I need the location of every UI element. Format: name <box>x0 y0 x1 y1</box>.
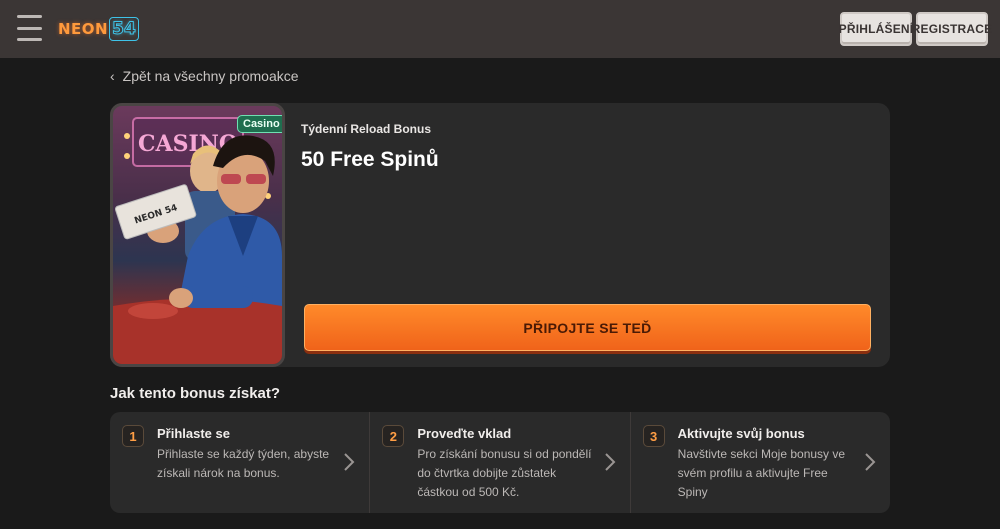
menu-icon[interactable] <box>17 15 42 41</box>
step-item[interactable]: 2 Proveďte vklad Pro získání bonusu si o… <box>369 412 629 513</box>
category-badge: Casino <box>237 115 282 133</box>
promo-illustration: CASINO NEON 54 <box>113 117 282 364</box>
logo-text: NEON <box>58 20 109 38</box>
join-now-button[interactable]: PŘIPOJTE SE TEĎ <box>304 304 871 351</box>
promo-title: 50 Free Spinů <box>301 148 439 171</box>
step-number: 2 <box>382 425 405 447</box>
step-item[interactable]: 1 Přihlaste se Přihlaste se každý týden,… <box>110 412 369 513</box>
back-link-label: Zpět na všechny promoakce <box>122 68 299 84</box>
step-number: 3 <box>642 425 665 447</box>
step-number: 1 <box>122 425 144 447</box>
chevron-right-icon <box>865 453 876 471</box>
login-button[interactable]: PŘIHLÁŠENÍ <box>839 12 913 46</box>
site-logo[interactable]: NEON 54 <box>58 14 139 44</box>
chevron-right-icon <box>604 453 616 471</box>
register-button[interactable]: REGISTRACE <box>912 12 992 46</box>
chevron-right-icon <box>344 453 355 471</box>
logo-number: 54 <box>109 17 139 41</box>
how-to-title: Jak tento bonus získat? <box>110 385 281 402</box>
back-link[interactable]: ‹ Zpět na všechny promoakce <box>110 68 299 84</box>
step-title: Přihlaste se <box>157 426 230 441</box>
promo-image: CASINO NEON 54 Casino <box>110 103 285 367</box>
top-header: NEON 54 PŘIHLÁŠENÍ REGISTRACE <box>0 0 1000 58</box>
step-description: Pro získání bonusu si od pondělí do čtvr… <box>417 447 592 499</box>
step-title: Aktivujte svůj bonus <box>677 426 805 441</box>
chevron-left-icon: ‹ <box>110 68 115 84</box>
promo-subtitle: Týdenní Reload Bonus <box>301 122 432 136</box>
step-description: Navštivte sekci Moje bonusy ve svém prof… <box>677 447 846 499</box>
step-item[interactable]: 3 Aktivujte svůj bonus Navštivte sekci M… <box>629 412 890 513</box>
step-description: Přihlaste se každý týden, abyste získali… <box>157 447 330 480</box>
steps-list: 1 Přihlaste se Přihlaste se každý týden,… <box>110 412 890 513</box>
step-title: Proveďte vklad <box>417 426 512 441</box>
promo-card: CASINO NEON 54 Casino Týdenní Reload Bon… <box>110 103 890 367</box>
